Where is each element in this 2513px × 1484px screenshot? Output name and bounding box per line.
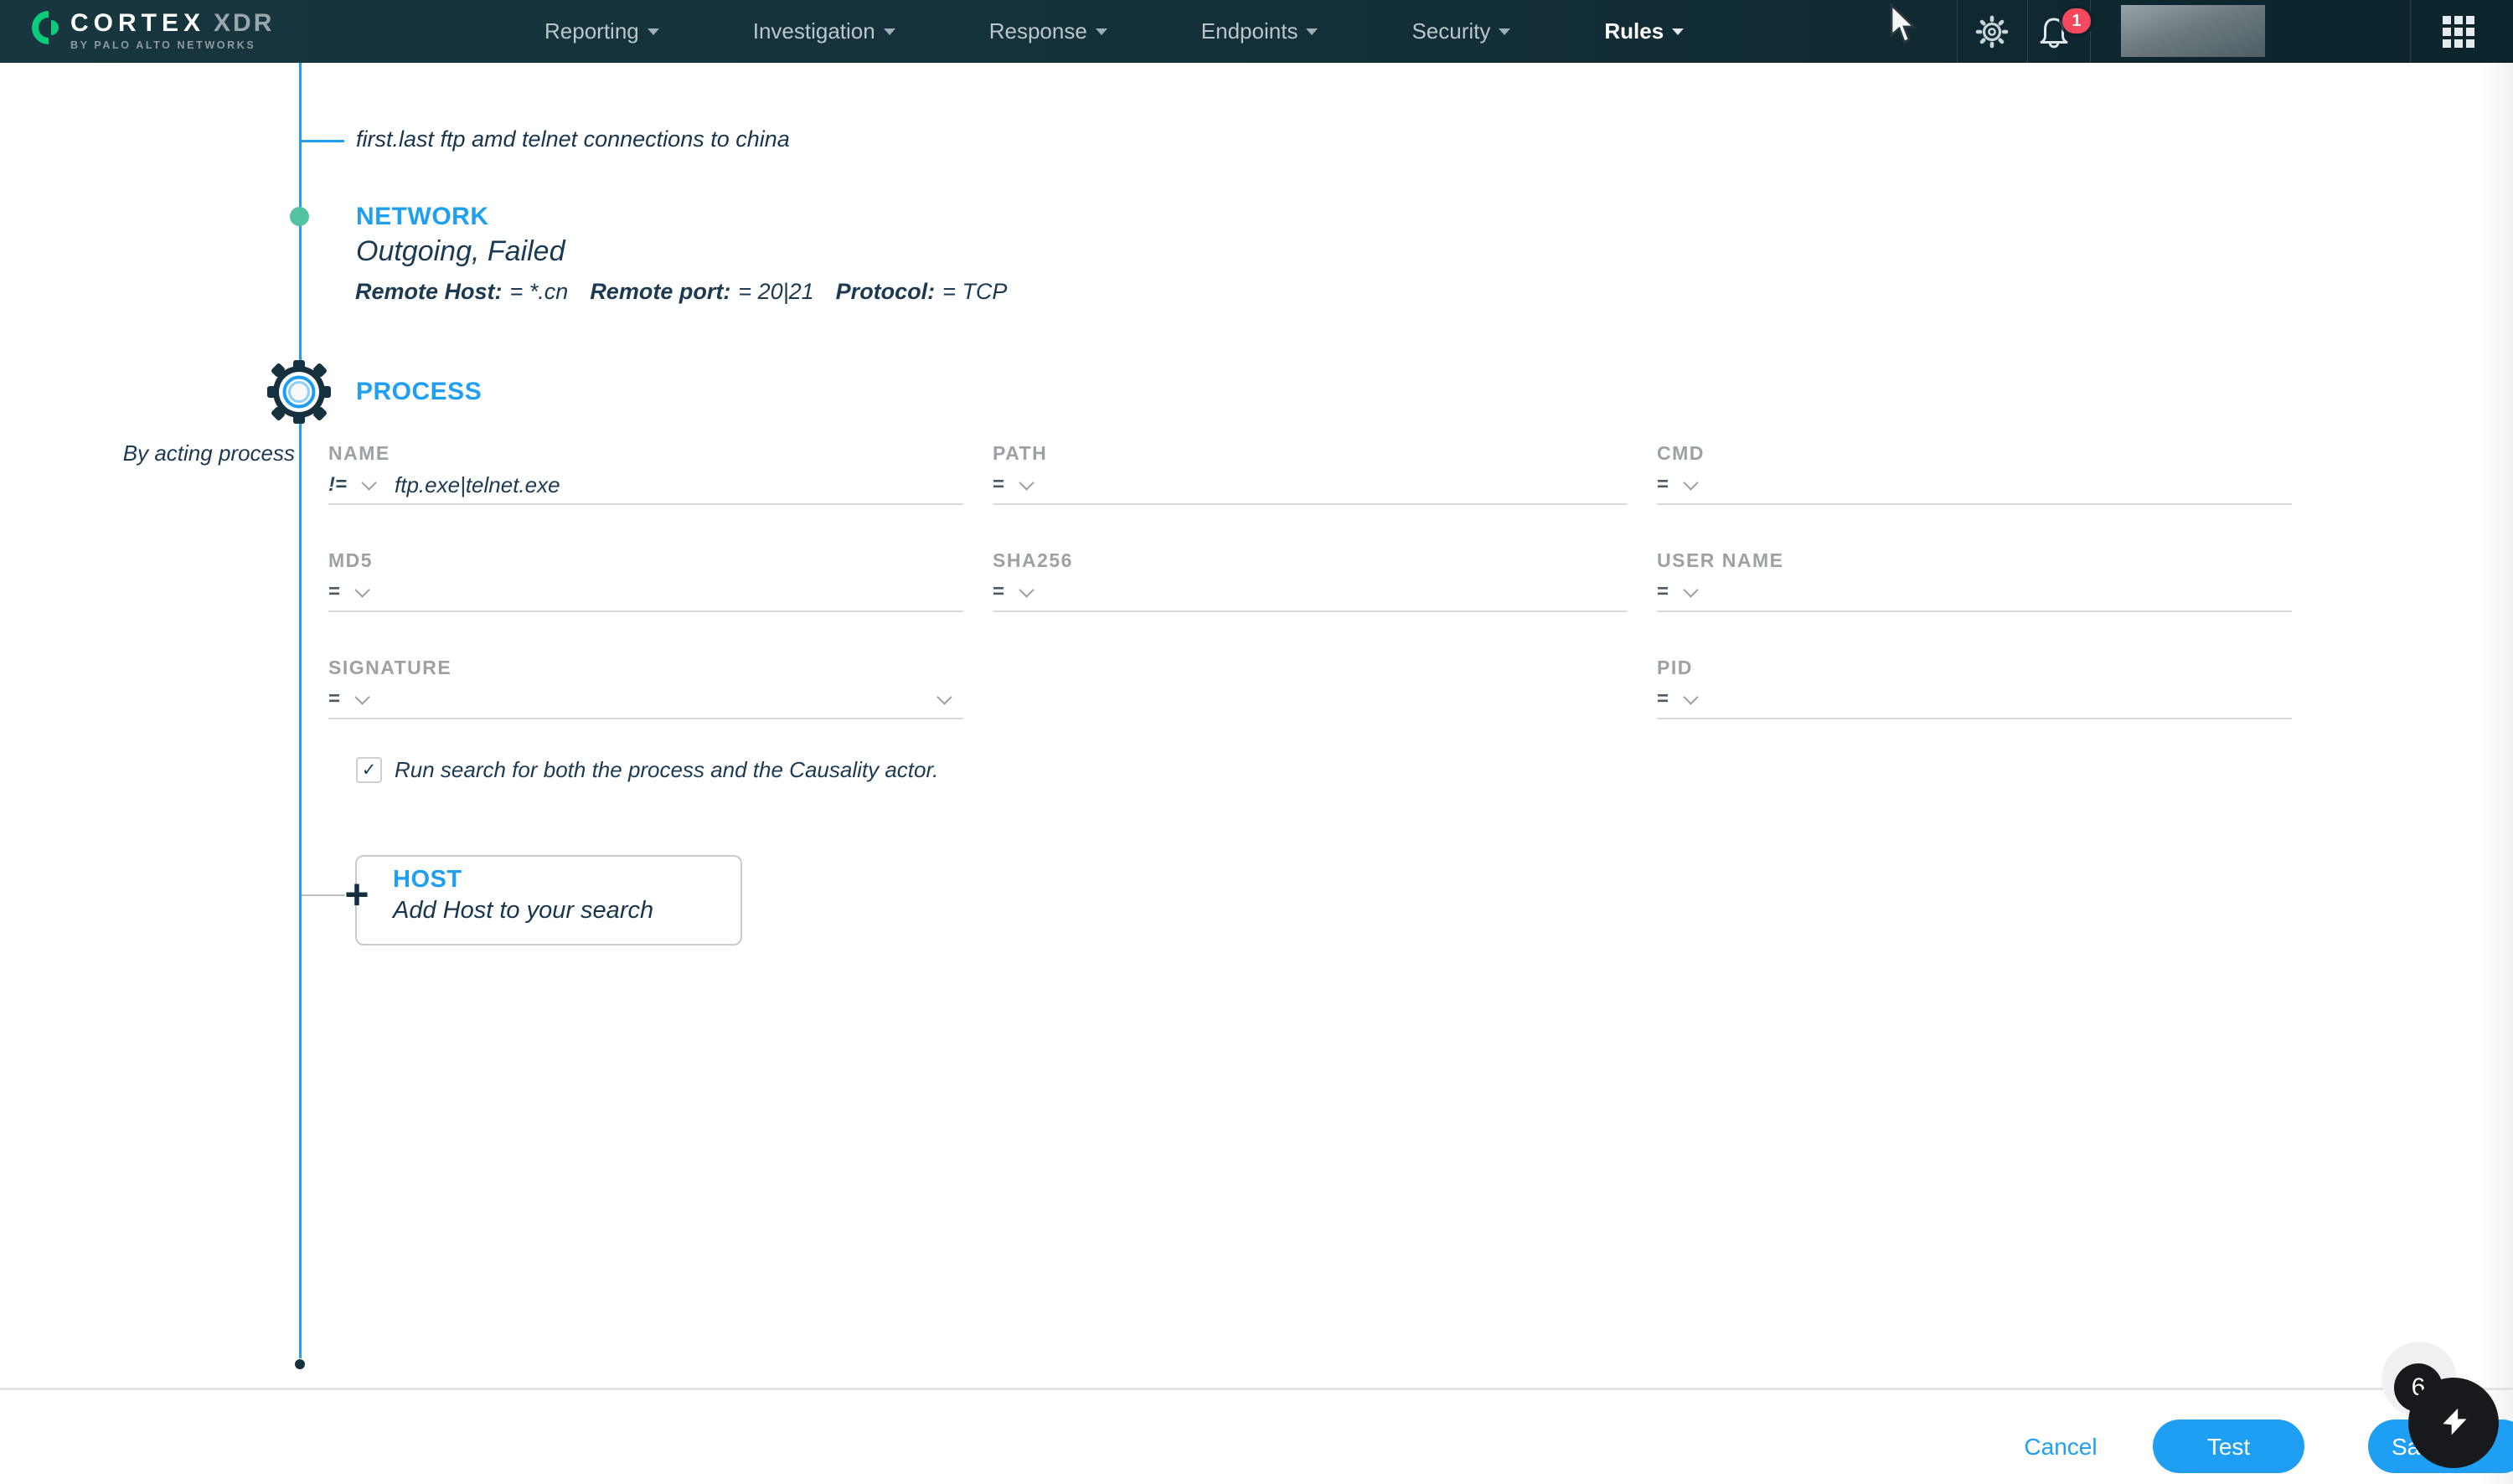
operator-select[interactable]: = xyxy=(328,580,340,604)
operator-select[interactable]: != xyxy=(328,473,347,497)
menu-response[interactable]: Response xyxy=(989,18,1107,44)
causality-checkbox[interactable]: ✓ xyxy=(356,757,382,783)
field-name: NAME != ftp.exe|telnet.exe xyxy=(328,443,963,505)
chevron-down-icon xyxy=(1672,28,1685,35)
cancel-button[interactable]: Cancel xyxy=(2010,1434,2111,1461)
title-connector xyxy=(301,140,344,142)
chevron-down-icon xyxy=(1095,28,1107,35)
test-button[interactable]: Test xyxy=(2153,1420,2304,1473)
causality-checkbox-row: ✓ Run search for both the process and th… xyxy=(356,757,938,783)
empty-grid-cell xyxy=(993,657,1628,719)
field-pid: PID = xyxy=(1657,657,2292,719)
cortex-logo-icon xyxy=(32,11,59,44)
acting-process-note: By acting process xyxy=(122,441,295,466)
footer-divider xyxy=(0,1388,2513,1390)
rule-title: first.last ftp amd telnet connections to… xyxy=(356,126,790,152)
network-section-heading[interactable]: NETWORK xyxy=(356,203,488,231)
operator-select[interactable]: = xyxy=(1657,688,1669,711)
process-gear-icon xyxy=(267,360,331,424)
chat-widget-button[interactable] xyxy=(2408,1378,2499,1468)
condition-remote-port: Remote port: = 20|21 xyxy=(590,279,814,304)
network-subtitle: Outgoing, Failed xyxy=(356,235,565,267)
chevron-down-icon[interactable] xyxy=(1683,688,1699,705)
host-card-description: Add Host to your search xyxy=(393,897,654,924)
signature-value-dropdown-chevron[interactable] xyxy=(937,688,952,705)
network-conditions: Remote Host: = *.cn Remote port: = 20|21 P… xyxy=(355,279,1007,305)
menu-security[interactable]: Security xyxy=(1411,18,1511,44)
cortex-xdr-logo: CORTEX XDR BY PALO ALTO NETWORKS xyxy=(28,9,274,51)
network-node-dot xyxy=(290,207,309,226)
main-menu: Reporting Investigation Response Endpoin… xyxy=(544,0,1685,63)
menu-reporting[interactable]: Reporting xyxy=(544,18,659,44)
menu-investigation[interactable]: Investigation xyxy=(753,18,895,44)
brand-title: CORTEX XDR xyxy=(70,9,275,37)
chevron-down-icon[interactable] xyxy=(1683,581,1699,598)
rule-timeline-line xyxy=(299,63,302,1358)
name-value-input[interactable]: ftp.exe|telnet.exe xyxy=(395,472,560,498)
process-fields-grid: NAME != ftp.exe|telnet.exe PATH = CMD = xyxy=(328,443,2292,719)
condition-remote-host: Remote Host: = *.cn xyxy=(355,279,569,304)
chevron-down-icon[interactable] xyxy=(1019,581,1035,598)
field-path: PATH = xyxy=(993,443,1628,505)
brand-tagline: BY PALO ALTO NETWORKS xyxy=(70,39,256,51)
operator-select[interactable]: = xyxy=(993,473,1004,497)
operator-select[interactable]: = xyxy=(993,580,1004,604)
timeline-end-dot xyxy=(295,1359,305,1369)
add-host-card[interactable]: HOST Add Host to your search xyxy=(355,855,742,946)
chevron-down-icon xyxy=(883,28,895,35)
operator-select[interactable]: = xyxy=(328,688,340,711)
cortex-xdr-rule-editor: CORTEX XDR BY PALO ALTO NETWORKS Reportin… xyxy=(0,0,2513,1484)
nav-divider xyxy=(2027,0,2028,63)
field-signature: SIGNATURE = xyxy=(328,657,963,719)
operator-select[interactable]: = xyxy=(1657,580,1669,604)
field-cmd: CMD = xyxy=(1657,443,2292,505)
menu-endpoints[interactable]: Endpoints xyxy=(1201,18,1318,44)
menu-rules[interactable]: Rules xyxy=(1604,18,1685,44)
causality-checkbox-label: Run search for both the process and the … xyxy=(395,757,939,782)
chevron-down-icon[interactable] xyxy=(354,688,370,705)
host-card-heading: HOST xyxy=(393,866,462,893)
user-account-redacted[interactable] xyxy=(2121,5,2265,57)
nav-divider xyxy=(2090,0,2091,63)
chevron-down-icon[interactable] xyxy=(1019,474,1035,491)
nav-divider xyxy=(2410,0,2411,63)
field-sha256: SHA256 = xyxy=(993,550,1628,612)
nav-divider xyxy=(1957,0,1958,63)
app-switcher-grid-icon[interactable] xyxy=(2443,16,2474,48)
notification-badge[interactable]: 1 xyxy=(2062,8,2091,33)
chevron-down-icon xyxy=(1306,28,1318,35)
check-icon: ✓ xyxy=(361,760,377,780)
condition-protocol: Protocol: = TCP xyxy=(835,279,1008,304)
chevron-down-icon[interactable] xyxy=(354,581,370,598)
mouse-cursor xyxy=(1890,3,1917,44)
field-user-name: USER NAME = xyxy=(1657,550,2292,612)
process-section-heading[interactable]: PROCESS xyxy=(356,378,482,406)
chevron-down-icon xyxy=(1499,28,1511,35)
chevron-down-icon[interactable] xyxy=(1683,474,1699,491)
chevron-down-icon xyxy=(647,28,659,35)
top-navbar: CORTEX XDR BY PALO ALTO NETWORKS Reportin… xyxy=(0,0,2513,63)
chevron-down-icon[interactable] xyxy=(361,474,377,491)
settings-gear-icon[interactable] xyxy=(1974,0,2010,63)
add-host-plus-icon[interactable]: + xyxy=(338,872,375,919)
operator-select[interactable]: = xyxy=(1657,473,1669,497)
field-md5: MD5 = xyxy=(328,550,963,612)
scroll-gutter xyxy=(2478,63,2513,1484)
chat-bolt-icon xyxy=(2443,1408,2467,1435)
